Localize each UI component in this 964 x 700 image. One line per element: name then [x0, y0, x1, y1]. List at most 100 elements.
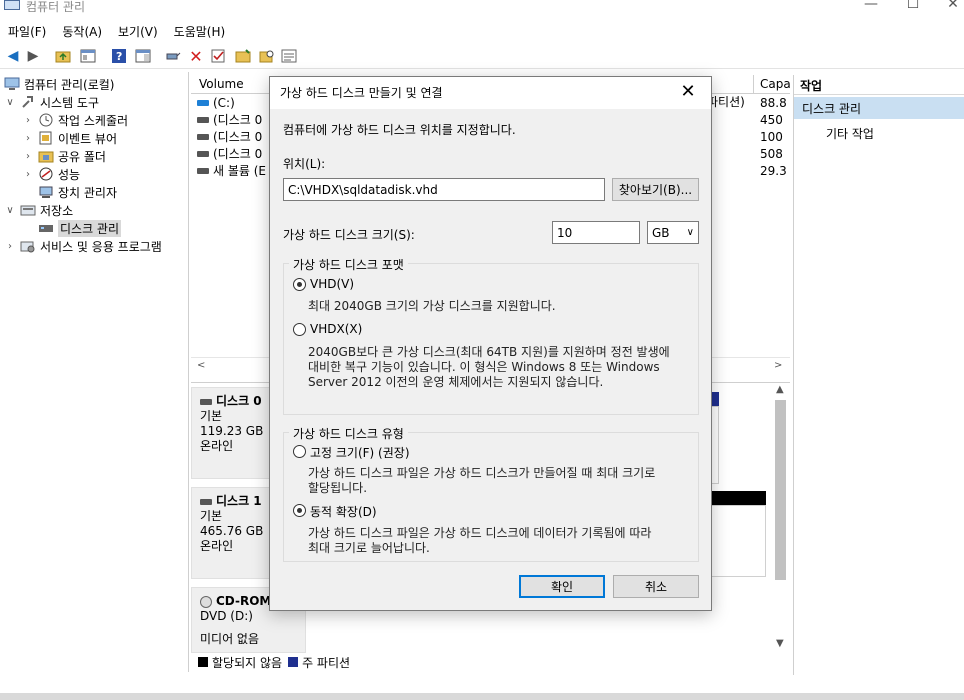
tree-item-task-scheduler[interactable]: › 작업 스케줄러	[22, 111, 128, 129]
actions-more[interactable]: 기타 작업	[826, 125, 874, 142]
capacity-cell: 508	[760, 146, 783, 161]
menu-action[interactable]: 동작(A)	[54, 20, 110, 43]
clock-icon	[38, 113, 54, 127]
legend-primary: 주 파티션	[302, 655, 351, 670]
chevron-right-icon[interactable]: ›	[4, 241, 16, 252]
scroll-down-icon[interactable]: ▼	[776, 638, 784, 649]
dialog-title: 가상 하드 디스크 만들기 및 연결	[280, 86, 443, 100]
size-input[interactable]	[552, 221, 640, 244]
create-vhd-dialog: 가상 하드 디스크 만들기 및 연결 ✕ 컴퓨터에 가상 하드 디스크 위치를 …	[269, 76, 712, 611]
dynamic-description-line2: 최대 크기로 늘어납니다.	[308, 541, 430, 555]
tree-item-event-viewer[interactable]: › 이벤트 뷰어	[22, 129, 117, 147]
tree-item-disk-management[interactable]: 디스크 관리	[38, 219, 122, 237]
volume-row[interactable]: (디스크 0	[197, 111, 262, 128]
window-title: 컴퓨터 관리	[26, 0, 86, 14]
toolbar: ◀ ▶ ? ✕	[0, 43, 964, 69]
volume-row[interactable]: (디스크 0	[197, 128, 262, 145]
volume-row[interactable]: (C:)	[197, 94, 235, 111]
tree-item-storage[interactable]: ∨ 저장소	[4, 201, 73, 219]
location-label: 위치(L):	[283, 157, 326, 171]
cdrom-status: 미디어 없음	[200, 632, 260, 646]
show-hide-icon[interactable]	[134, 47, 152, 65]
tree-label-device-manager: 장치 관리자	[58, 185, 118, 200]
volume-row[interactable]: 새 볼륨 (E	[197, 162, 266, 179]
ok-button[interactable]: 확인	[519, 575, 605, 598]
up-folder-icon[interactable]	[54, 47, 72, 65]
chevron-right-icon[interactable]: ›	[22, 169, 34, 180]
column-divider	[753, 75, 754, 94]
disk-0-partition-bar	[711, 392, 719, 406]
search-icon[interactable]	[258, 47, 276, 65]
drive-icon	[197, 133, 209, 140]
chevron-right-icon[interactable]: ›	[22, 151, 34, 162]
menu-file[interactable]: 파일(F)	[0, 20, 54, 43]
column-capacity[interactable]: Capa	[760, 77, 791, 91]
forward-icon[interactable]: ▶	[24, 47, 42, 65]
volume-row[interactable]: (디스크 0	[197, 145, 262, 162]
scroll-thumb[interactable]	[775, 400, 786, 580]
vhd-description: 최대 2040GB 크기의 가상 디스크를 지원합니다.	[308, 299, 556, 313]
folder-icon[interactable]	[234, 47, 252, 65]
tree-item-performance[interactable]: › 성능	[22, 165, 80, 183]
scroll-left-icon[interactable]: <	[197, 360, 205, 371]
dialog-close-button[interactable]: ✕	[671, 79, 705, 105]
volume-name: (디스크 0	[213, 130, 263, 144]
disk-0-partition-area[interactable]	[711, 406, 719, 484]
tree-item-shared-folders[interactable]: › 공유 폴더	[22, 147, 106, 165]
minimize-button[interactable]: —	[848, 0, 894, 14]
menu-view[interactable]: 보기(V)	[110, 20, 166, 43]
disk-icon	[200, 398, 212, 405]
fixed-size-label[interactable]: 고정 크기(F) (권장)	[310, 444, 410, 461]
dynamic-radio[interactable]	[293, 504, 306, 517]
actions-disk-management[interactable]: 디스크 관리	[794, 97, 964, 119]
volume-name: (디스크 0	[213, 113, 263, 127]
chevron-right-icon[interactable]: ›	[22, 115, 34, 126]
size-unit-select[interactable]: GB ∨	[647, 221, 699, 244]
tree-item-device-manager[interactable]: 장치 관리자	[38, 183, 117, 201]
chevron-right-icon[interactable]: ›	[22, 133, 34, 144]
vhd-radio[interactable]	[293, 278, 306, 291]
legend: 할당되지 않음 주 파티션	[198, 654, 350, 670]
tree-label-event-viewer: 이벤트 뷰어	[58, 131, 118, 146]
connect-icon[interactable]	[164, 47, 182, 65]
properties-icon[interactable]	[79, 47, 97, 65]
disk-1-partition-area[interactable]	[711, 505, 766, 577]
scroll-up-icon[interactable]: ▲	[776, 384, 784, 395]
column-volume[interactable]: Volume	[199, 77, 244, 91]
close-button[interactable]: ✕	[930, 0, 964, 14]
vhd-label[interactable]: VHD(V)	[310, 277, 354, 291]
cancel-button[interactable]: 취소	[613, 575, 699, 598]
tree-label-services-apps: 서비스 및 응용 프로그램	[40, 239, 162, 254]
cdrom-title: CD-ROM	[216, 594, 272, 608]
tree-item-root[interactable]: 컴퓨터 관리(로컬)	[4, 75, 114, 93]
help-icon[interactable]: ?	[110, 47, 128, 65]
bottom-strip	[0, 693, 964, 700]
chevron-down-icon[interactable]: ∨	[4, 205, 16, 216]
list-icon[interactable]	[280, 47, 298, 65]
size-unit-value: GB	[652, 225, 670, 240]
menu-bar: 파일(F) 동작(A) 보기(V) 도움말(H)	[0, 20, 964, 42]
browse-button[interactable]: 찾아보기(B)...	[612, 178, 699, 201]
fixed-size-radio[interactable]	[293, 445, 306, 458]
vhdx-label[interactable]: VHDX(X)	[310, 322, 362, 336]
format-group-title: 가상 하드 디스크 포맷	[289, 256, 408, 273]
menu-help[interactable]: 도움말(H)	[166, 20, 234, 43]
chevron-down-icon[interactable]: ∨	[4, 97, 16, 108]
check-icon[interactable]	[210, 47, 228, 65]
location-input[interactable]	[283, 178, 605, 201]
disk-1-unallocated-bar	[711, 491, 766, 505]
vhdx-radio[interactable]	[293, 323, 306, 336]
tree-item-services-apps[interactable]: › 서비스 및 응용 프로그램	[4, 237, 162, 255]
tools-icon	[20, 95, 36, 109]
event-log-icon	[38, 131, 54, 145]
dynamic-label[interactable]: 동적 확장(D)	[310, 503, 377, 520]
delete-icon[interactable]: ✕	[187, 47, 205, 66]
drive-icon	[197, 99, 209, 106]
disk-icon	[200, 498, 212, 505]
dynamic-description-line1: 가상 하드 디스크 파일은 가상 하드 디스크에 데이터가 기록됨에 따라	[308, 526, 652, 540]
back-icon[interactable]: ◀	[4, 47, 22, 65]
tree-item-system-tools[interactable]: ∨ 시스템 도구	[4, 93, 99, 111]
legend-primary-swatch	[288, 657, 299, 667]
scroll-right-icon[interactable]: >	[774, 360, 782, 371]
vertical-scrollbar[interactable]: ▲ ▼	[772, 384, 789, 652]
